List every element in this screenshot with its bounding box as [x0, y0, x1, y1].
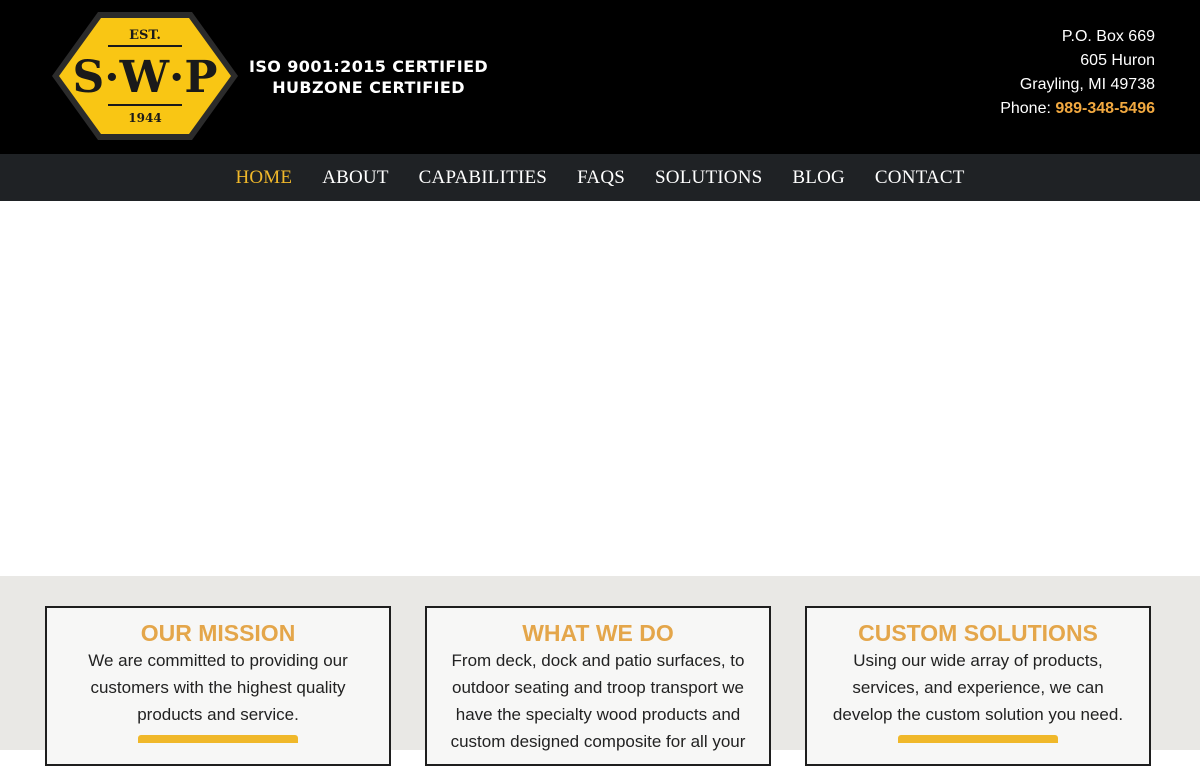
svg-text:1944: 1944	[128, 111, 161, 125]
iso-certification: ISO 9001:2015 CERTIFIED	[249, 57, 489, 76]
hubzone-certification: HUBZONE CERTIFIED	[272, 78, 465, 97]
nav-about[interactable]: ABOUT	[322, 167, 388, 189]
learn-more-button[interactable]	[138, 735, 298, 743]
address-line-2: 605 Huron	[1080, 52, 1155, 69]
custom-solutions-card: CUSTOM SOLUTIONS Using our wide array of…	[805, 606, 1151, 766]
site-header: EST. S·W·P 1944 ISO 9001:2015 CERTIFIED …	[0, 0, 1200, 154]
card-title: CUSTOM SOLUTIONS	[858, 620, 1098, 646]
card-title: OUR MISSION	[140, 620, 296, 646]
address-line-1: P.O. Box 669	[1061, 28, 1155, 45]
svg-text:S·W·P: S·W·P	[73, 52, 218, 103]
learn-more-button[interactable]	[898, 735, 1058, 743]
nav-home[interactable]: HOME	[235, 167, 292, 189]
phone-link[interactable]: 989-348-5496	[1055, 100, 1155, 117]
contact-address: P.O. Box 669 605 Huron Grayling, MI 4973…	[1000, 25, 1155, 121]
phone-label: Phone:	[1000, 100, 1056, 117]
what-we-do-card: WHAT WE DO From deck, dock and patio sur…	[425, 606, 771, 766]
card-title: WHAT WE DO	[522, 620, 674, 646]
svg-text:EST.: EST.	[129, 28, 161, 43]
features-section: OUR MISSION We are committed to providin…	[0, 576, 1200, 766]
nav-blog[interactable]: BLOG	[792, 167, 845, 189]
card-text: We are committed to providing our custom…	[88, 651, 348, 724]
hero-area	[0, 201, 1200, 576]
nav-solutions[interactable]: SOLUTIONS	[655, 167, 762, 189]
nav-faqs[interactable]: FAQS	[577, 167, 625, 189]
nav-contact[interactable]: CONTACT	[875, 167, 965, 189]
swp-logo[interactable]: EST. S·W·P 1944	[50, 10, 240, 142]
certifications: ISO 9001:2015 CERTIFIED HUBZONE CERTIFIE…	[249, 56, 488, 98]
nav-capabilities[interactable]: CAPABILITIES	[419, 167, 547, 189]
card-text: From deck, dock and patio surfaces, to o…	[450, 651, 746, 751]
address-line-3: Grayling, MI 49738	[1019, 76, 1155, 93]
card-text: Using our wide array of products, servic…	[832, 651, 1124, 724]
main-nav: HOME ABOUT CAPABILITIES FAQS SOLUTIONS B…	[0, 154, 1200, 201]
mission-card: OUR MISSION We are committed to providin…	[45, 606, 391, 766]
phone-line: Phone: 989-348-5496	[1000, 97, 1155, 121]
